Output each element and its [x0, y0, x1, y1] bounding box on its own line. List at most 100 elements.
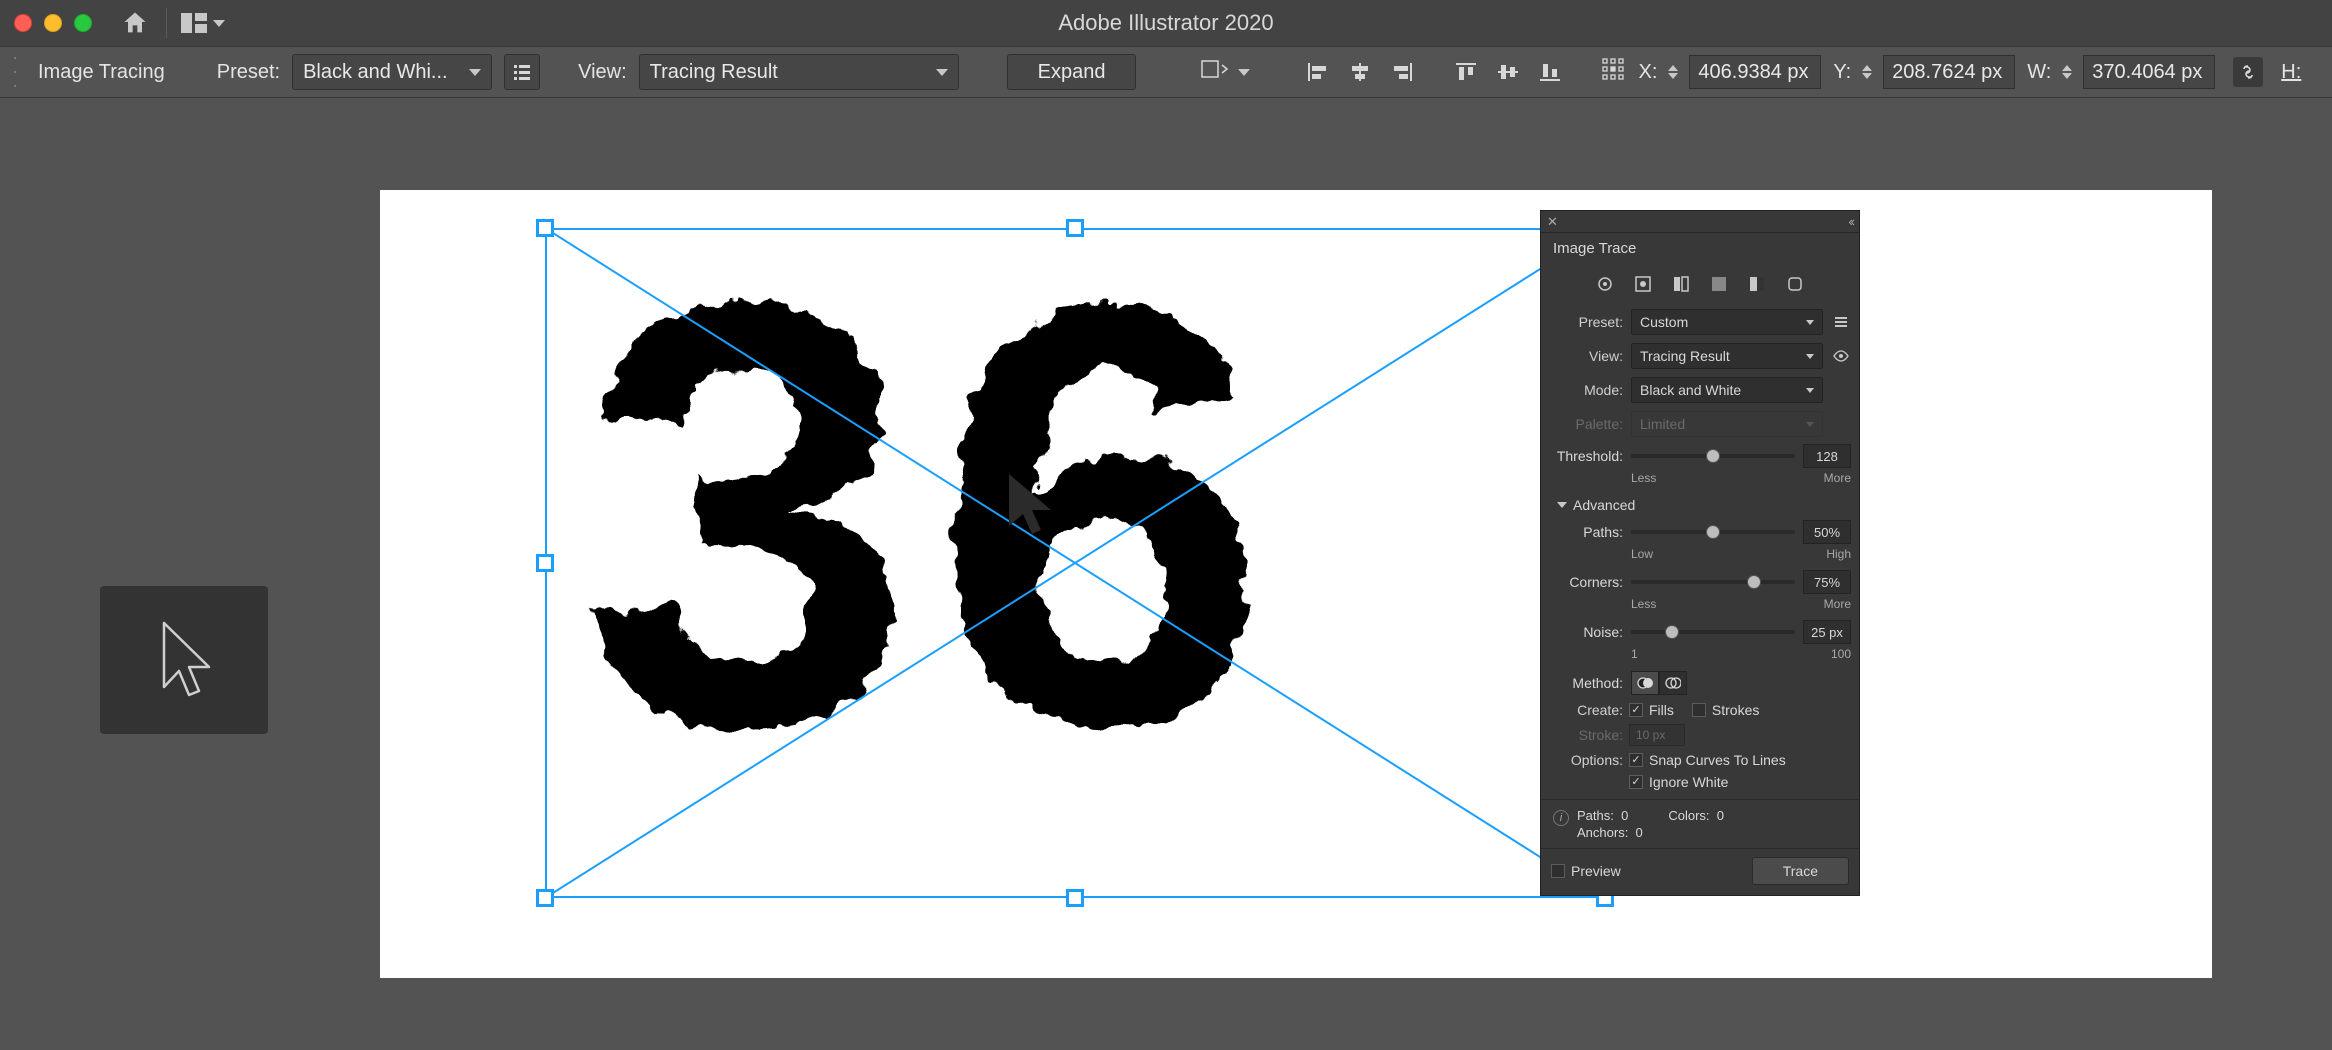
- close-icon[interactable]: ✕: [1547, 214, 1558, 230]
- preset-lowcolor-icon[interactable]: [1670, 273, 1692, 295]
- paths-input[interactable]: 50%: [1803, 520, 1851, 544]
- selection-diagonals: [545, 228, 1605, 898]
- preset-bw-icon[interactable]: [1746, 273, 1768, 295]
- tab-image-trace[interactable]: Image Trace: [1541, 233, 1648, 261]
- fills-checkbox[interactable]: [1629, 703, 1643, 717]
- chevron-down-icon: [1806, 354, 1814, 359]
- w-label: W:: [2027, 61, 2051, 84]
- control-bar: Image Tracing Preset: Black and Whi... V…: [0, 46, 2332, 98]
- threshold-label: Threshold:: [1549, 448, 1623, 464]
- cursor-icon: [1005, 470, 1061, 542]
- handle-middle-left[interactable]: [536, 554, 554, 572]
- eye-icon[interactable]: [1831, 350, 1851, 362]
- transform-y: Y: 208.7624 px: [1833, 55, 2015, 89]
- panel-header[interactable]: ✕ ‹‹: [1541, 211, 1859, 233]
- align-hcenter-button[interactable]: [1346, 58, 1374, 86]
- method-label: Method:: [1549, 675, 1623, 691]
- preview-checkbox[interactable]: [1551, 864, 1565, 878]
- selection-bounding-box: [545, 228, 1605, 898]
- corners-label: Corners:: [1549, 574, 1623, 590]
- preset-highcolor-icon[interactable]: [1632, 273, 1654, 295]
- w-stepper[interactable]: [2057, 56, 2077, 88]
- handle-top-middle[interactable]: [1066, 219, 1084, 237]
- y-label: Y:: [1833, 61, 1851, 84]
- preset-auto-icon[interactable]: [1594, 273, 1616, 295]
- corners-slider[interactable]: [1631, 580, 1795, 584]
- preset-dropdown[interactable]: Black and Whi...: [292, 54, 492, 90]
- handle-top-left[interactable]: [536, 219, 554, 237]
- handle-bottom-left[interactable]: [536, 889, 554, 907]
- workspace-switcher[interactable]: [181, 13, 225, 33]
- snap-label: Snap Curves To Lines: [1649, 752, 1786, 768]
- noise-input[interactable]: 25 px: [1803, 620, 1851, 644]
- shape-mode-button[interactable]: [1200, 57, 1230, 87]
- advanced-toggle[interactable]: Advanced: [1549, 491, 1851, 517]
- collapse-icon[interactable]: ‹‹: [1848, 214, 1853, 229]
- snap-checkbox[interactable]: [1629, 753, 1643, 767]
- view-select[interactable]: Tracing Result: [1631, 343, 1823, 369]
- preset-gray-icon[interactable]: [1708, 273, 1730, 295]
- stroke-input: 10 px: [1629, 724, 1685, 746]
- panel-tabs: Image Trace: [1541, 233, 1859, 261]
- threshold-slider[interactable]: [1631, 454, 1795, 458]
- x-input[interactable]: 406.9384 px: [1689, 55, 1821, 89]
- x-stepper[interactable]: [1663, 56, 1683, 88]
- handle-bottom-middle[interactable]: [1066, 889, 1084, 907]
- preset-menu-icon[interactable]: [1831, 315, 1851, 329]
- chevron-down-icon: [1862, 73, 1872, 79]
- align-vcenter-button[interactable]: [1494, 58, 1522, 86]
- chevron-down-icon: [1806, 320, 1814, 325]
- fills-label: Fills: [1649, 702, 1674, 718]
- w-input[interactable]: 370.4064 px: [2083, 55, 2215, 89]
- link-icon: [2238, 62, 2258, 82]
- tracing-options-button[interactable]: [504, 54, 540, 90]
- reference-point-icon: [1600, 56, 1626, 82]
- strokes-checkbox[interactable]: [1692, 703, 1706, 717]
- title-bar: Adobe Illustrator 2020: [0, 0, 2332, 46]
- y-input[interactable]: 208.7624 px: [1883, 55, 2015, 89]
- minimize-window-button[interactable]: [44, 14, 62, 32]
- trace-button[interactable]: Trace: [1752, 857, 1849, 885]
- constrain-proportions-button[interactable]: [2233, 57, 2263, 87]
- method-overlapping-button[interactable]: [1659, 671, 1687, 695]
- align-right-button[interactable]: [1388, 58, 1416, 86]
- preset-select[interactable]: Custom: [1631, 309, 1823, 335]
- artboard[interactable]: 36 ✕ ‹‹ Image Trace: [380, 190, 2212, 978]
- align-horizontal-group: [1304, 58, 1416, 86]
- align-bottom-icon: [1538, 61, 1562, 83]
- chevron-up-icon: [1862, 65, 1872, 71]
- align-hcenter-icon: [1348, 61, 1372, 83]
- preview-label: Preview: [1571, 863, 1621, 879]
- align-top-button[interactable]: [1452, 58, 1480, 86]
- align-right-icon: [1390, 61, 1414, 83]
- align-vertical-group: [1452, 58, 1564, 86]
- preset-outline-icon[interactable]: [1784, 273, 1806, 295]
- reference-point-button[interactable]: [1600, 56, 1626, 88]
- chevron-down-icon: [1806, 422, 1814, 427]
- mode-label: Mode:: [1549, 382, 1623, 398]
- view-label: View:: [578, 61, 627, 84]
- maximize-window-button[interactable]: [74, 14, 92, 32]
- transform-w: W: 370.4064 px: [2027, 55, 2215, 89]
- ignore-white-checkbox[interactable]: [1629, 775, 1643, 789]
- align-vcenter-icon: [1496, 61, 1520, 83]
- mode-select[interactable]: Black and White: [1631, 377, 1823, 403]
- align-left-button[interactable]: [1304, 58, 1332, 86]
- palette-label: Palette:: [1549, 416, 1623, 432]
- close-window-button[interactable]: [14, 14, 32, 32]
- corners-input[interactable]: 75%: [1803, 570, 1851, 594]
- preset-value: Black and Whi...: [303, 61, 448, 84]
- palette-select: Limited: [1631, 411, 1823, 437]
- chevron-up-icon: [2062, 65, 2072, 71]
- align-bottom-button[interactable]: [1536, 58, 1564, 86]
- y-stepper[interactable]: [1857, 56, 1877, 88]
- method-abutting-button[interactable]: [1631, 671, 1659, 695]
- chevron-down-icon: [1668, 73, 1678, 79]
- expand-button[interactable]: Expand: [1007, 54, 1137, 90]
- paths-slider[interactable]: [1631, 530, 1795, 534]
- view-dropdown[interactable]: Tracing Result: [639, 54, 959, 90]
- noise-slider[interactable]: [1631, 630, 1795, 634]
- h-label: H:: [2281, 61, 2301, 84]
- threshold-input[interactable]: 128: [1803, 444, 1851, 468]
- home-button[interactable]: [118, 6, 152, 40]
